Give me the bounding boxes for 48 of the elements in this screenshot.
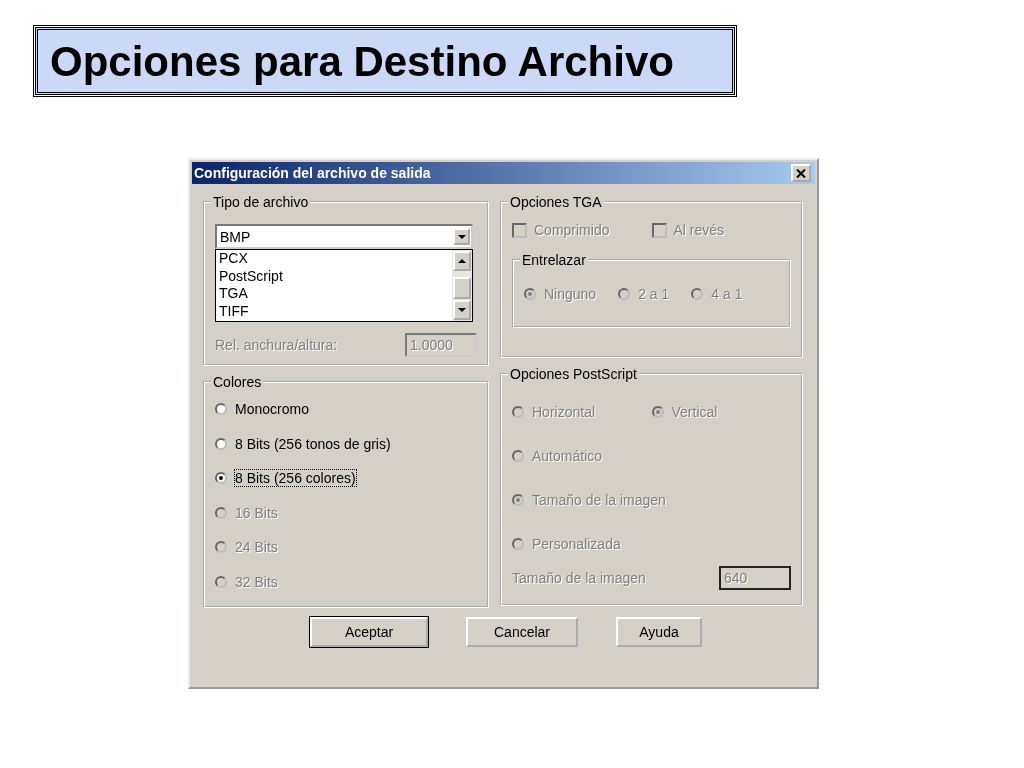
radio-label: Ninguno [544, 286, 597, 302]
group-label: Opciones PostScript [509, 366, 638, 382]
list-item[interactable]: PCX [219, 250, 452, 268]
group-label: Opciones TGA [509, 194, 603, 210]
close-icon [796, 168, 806, 178]
field-label: Rel. anchura/altura: [215, 337, 338, 353]
dialog-button[interactable]: Ayuda [616, 617, 702, 647]
radio-label: Monocromo [235, 401, 309, 418]
radio-label: 16 Bits [235, 504, 278, 521]
radio-label: Vertical [671, 404, 718, 420]
radio-label: Horizontal [532, 404, 596, 420]
radio-label: 2 a 1 [638, 286, 670, 302]
down-caret-icon [457, 234, 466, 239]
scroll-up-button[interactable] [453, 251, 471, 271]
group-label: Colores [212, 374, 263, 390]
slide-title: Opciones para Destino Archivo [35, 27, 735, 95]
scrollbar[interactable] [452, 250, 472, 321]
list-item[interactable]: TGA [219, 285, 452, 303]
dropdown-button[interactable] [453, 228, 470, 245]
down-caret-icon [458, 308, 466, 312]
dropdown-button[interactable] [453, 300, 471, 320]
dialog-button[interactable]: Aceptar [310, 617, 428, 647]
window-title: Configuración del archivo de salida [194, 165, 431, 181]
group-label: Entrelazar [521, 252, 587, 268]
list-item[interactable]: PostScript [219, 267, 452, 285]
checkbox-label: Al revés [673, 222, 725, 238]
dialog-button[interactable]: Cancelar [466, 617, 578, 647]
ratio-field: 1.0000 [405, 333, 477, 357]
radio-label: Tamaño de la imagen [532, 492, 666, 508]
scroll-thumb[interactable] [453, 277, 471, 299]
radio-label: Automático [532, 448, 603, 464]
size-field: 640 [719, 566, 791, 590]
field-label: Tamaño de la imagen [512, 570, 646, 586]
radio-label: Personalizada [532, 536, 621, 552]
radio-label: 32 Bits [235, 573, 278, 590]
radio-label: 8 Bits (256 tonos de gris) [235, 435, 391, 452]
group-label: Tipo de archivo [212, 194, 310, 210]
radio-button[interactable] [215, 437, 227, 450]
list-item[interactable]: TIFF [219, 302, 452, 320]
radio-label: 24 Bits [235, 539, 278, 556]
radio-button[interactable] [215, 472, 227, 485]
up-caret-icon [458, 259, 466, 263]
radio-label: 8 Bits (256 colores) [235, 470, 356, 487]
close-button[interactable] [791, 164, 811, 182]
radio-label: 4 a 1 [711, 286, 743, 302]
checkbox-label: Comprimido [534, 222, 610, 238]
radio-button[interactable] [215, 403, 227, 416]
dropdown-field[interactable]: BMP [215, 224, 473, 249]
